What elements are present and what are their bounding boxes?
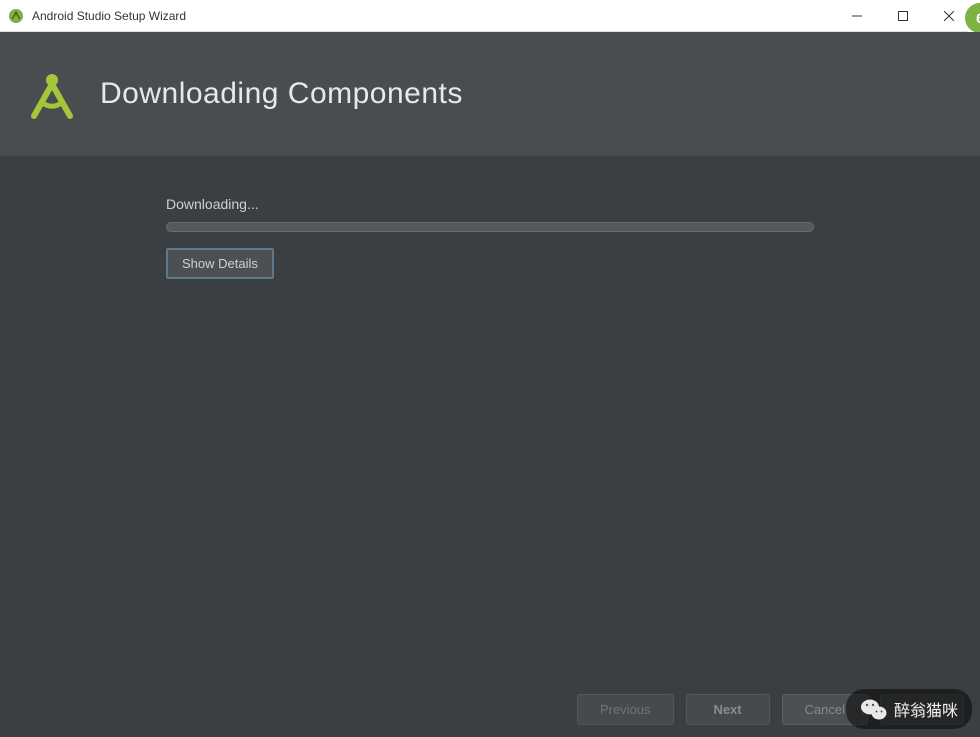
maximize-button[interactable] — [880, 1, 926, 31]
wechat-icon — [860, 697, 888, 721]
android-studio-icon — [20, 62, 84, 126]
wizard-footer: Previous Next Cancel Finish — [0, 681, 980, 737]
next-button[interactable]: Next — [686, 694, 770, 725]
window-body: Downloading Components Downloading... Sh… — [0, 32, 980, 737]
progress-bar — [166, 222, 814, 232]
watermark-text: 醉翁猫咪 — [894, 697, 958, 721]
status-text: Downloading... — [166, 196, 814, 212]
wizard-header: Downloading Components — [0, 32, 980, 156]
window-controls — [834, 1, 972, 31]
titlebar: Android Studio Setup Wizard 6 — [0, 0, 980, 32]
app-icon — [8, 8, 24, 24]
page-title: Downloading Components — [100, 77, 463, 111]
wizard-content: Downloading... Show Details — [0, 156, 980, 681]
window-title: Android Studio Setup Wizard — [32, 9, 834, 23]
previous-button[interactable]: Previous — [577, 694, 674, 725]
watermark-badge: 醉翁猫咪 — [846, 689, 972, 729]
minimize-button[interactable] — [834, 1, 880, 31]
show-details-button[interactable]: Show Details — [166, 248, 274, 279]
